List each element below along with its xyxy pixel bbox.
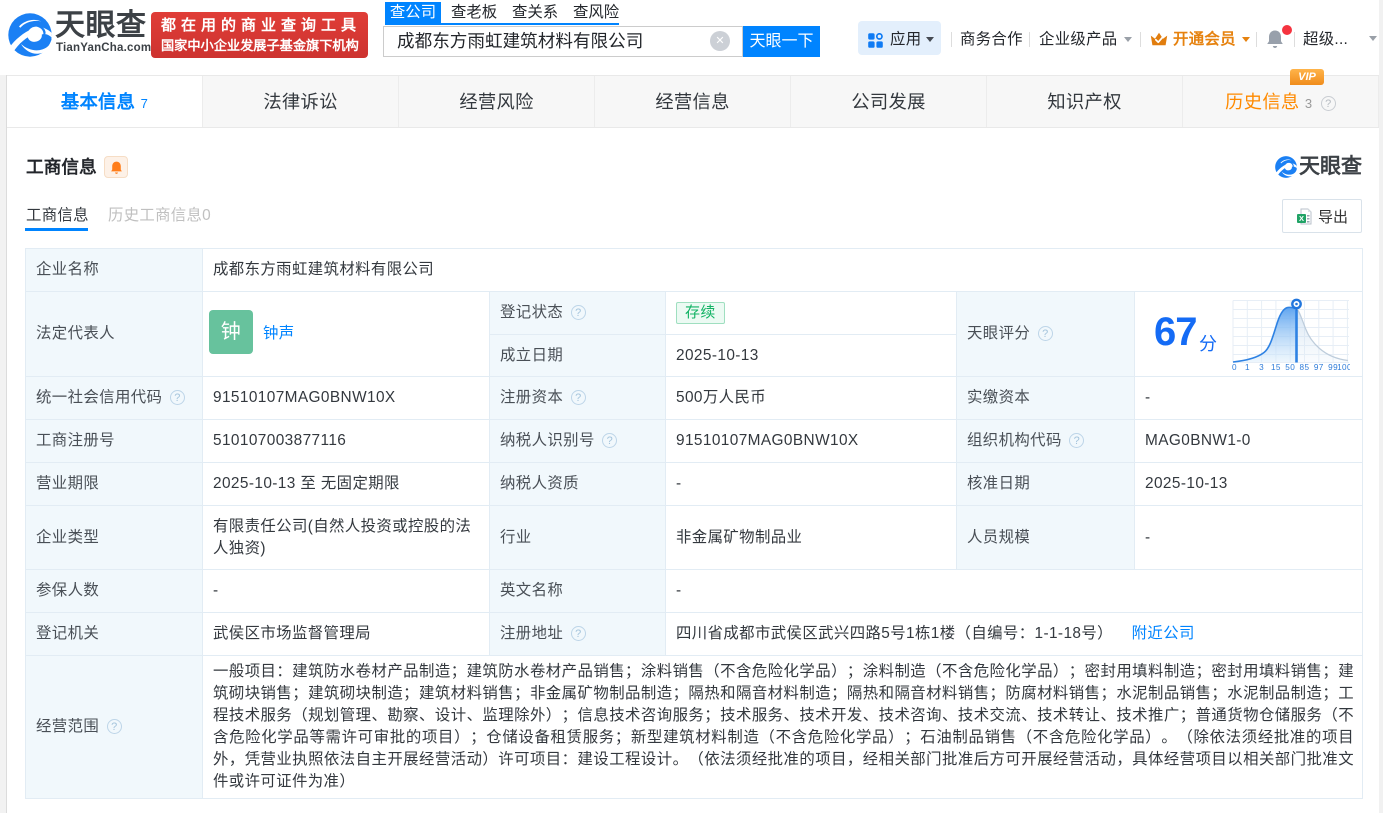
svg-text:100: 100 — [1337, 363, 1350, 372]
svg-text:X: X — [1299, 214, 1304, 223]
svg-text:85: 85 — [1300, 363, 1310, 372]
svg-text:50: 50 — [1285, 363, 1295, 372]
svg-text:15: 15 — [1271, 363, 1281, 372]
svg-text:3: 3 — [1259, 363, 1264, 372]
svg-text:1: 1 — [1245, 363, 1250, 372]
svg-text:97: 97 — [1314, 363, 1324, 372]
svg-text:0: 0 — [1232, 363, 1237, 372]
